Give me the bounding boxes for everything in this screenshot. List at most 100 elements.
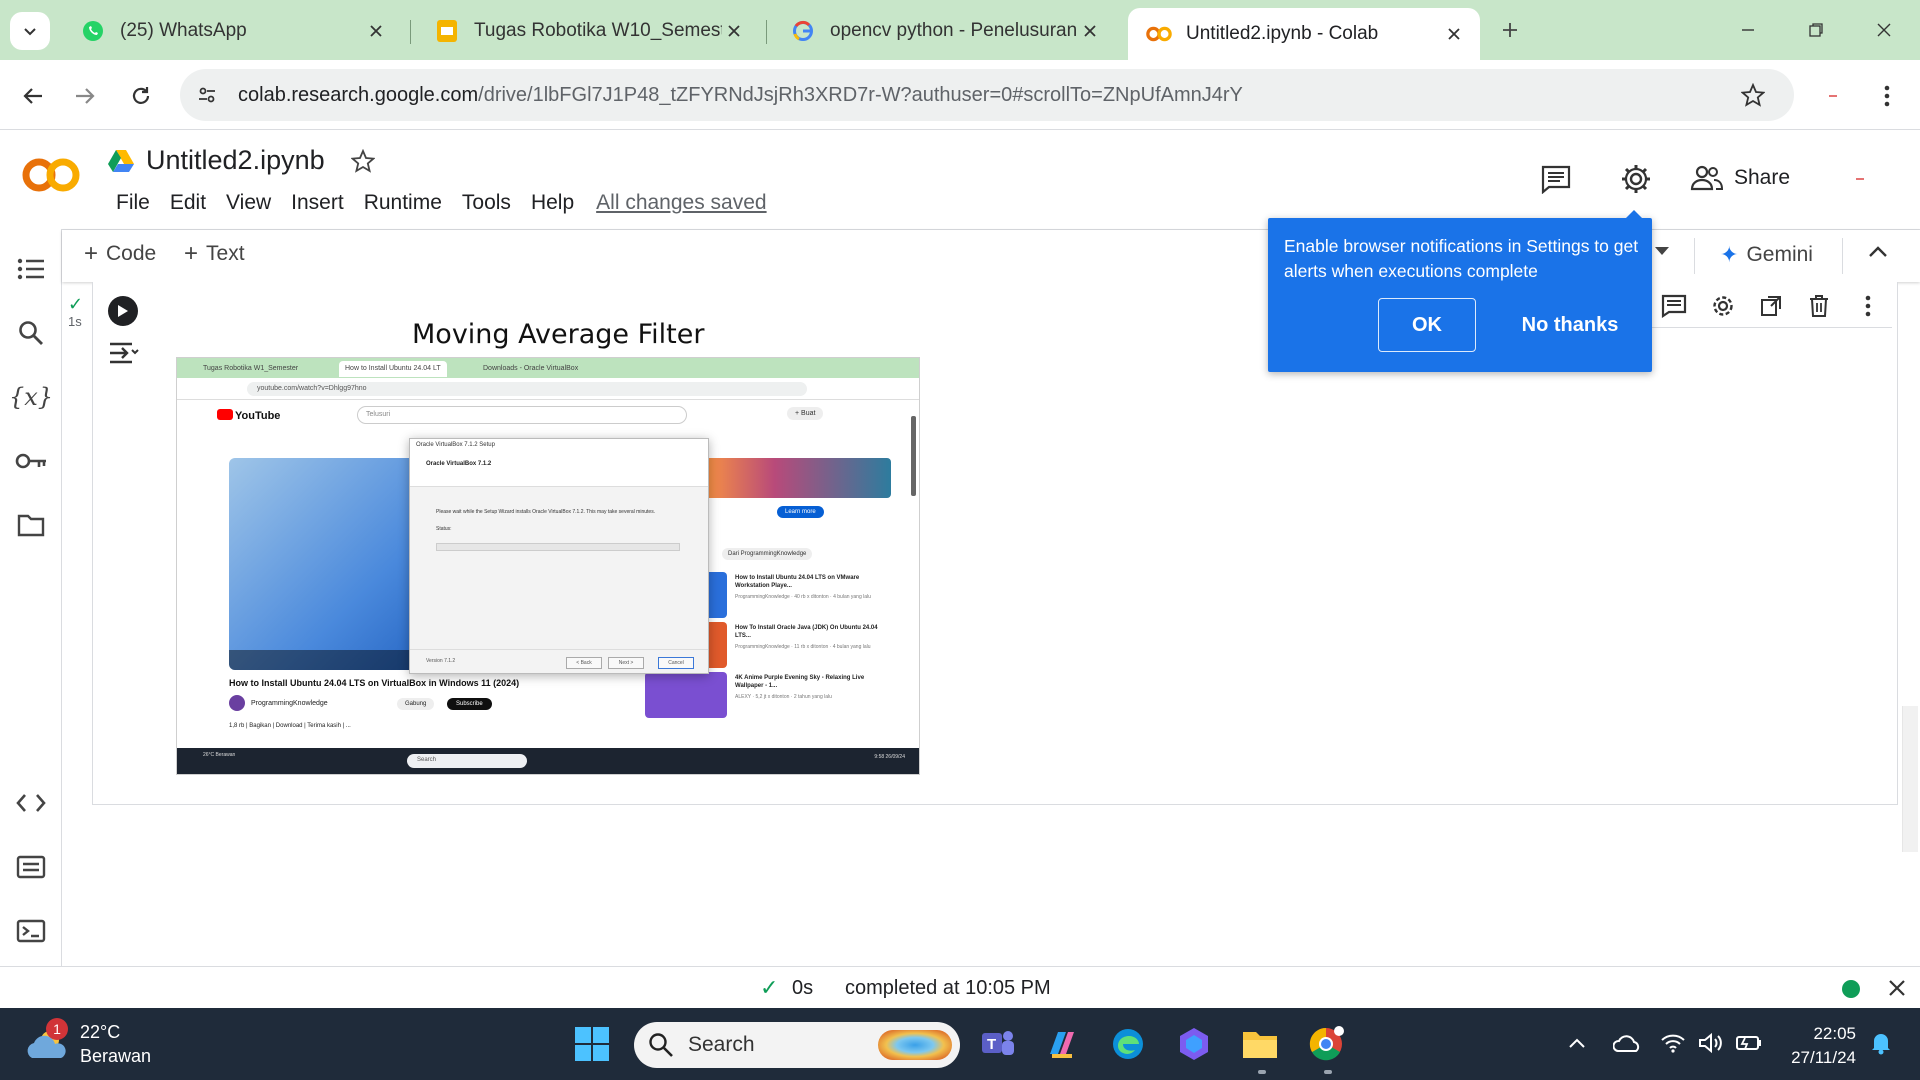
- wifi-tray[interactable]: [1658, 1028, 1688, 1058]
- share-button[interactable]: Share: [1690, 163, 1790, 193]
- runtime-status-dot[interactable]: [1842, 980, 1860, 998]
- embedded-join: Gabung: [397, 698, 435, 710]
- gemini-button[interactable]: ✦ Gemini: [1720, 242, 1813, 268]
- output-actions-button[interactable]: [106, 338, 140, 368]
- find-replace-button[interactable]: [11, 313, 51, 353]
- key-icon: [15, 453, 46, 469]
- menu-edit[interactable]: Edit: [160, 191, 216, 215]
- cell-delete-button[interactable]: [1804, 291, 1834, 321]
- keyboard-icon: [16, 855, 46, 879]
- tab-colab[interactable]: Untitled2.ipynb - Colab: [1128, 8, 1480, 60]
- status-message[interactable]: completed at 10:05 PM: [845, 977, 1051, 1000]
- cell-more-button[interactable]: [1853, 291, 1883, 321]
- tab-slides[interactable]: Tugas Robotika W10_Semester: [416, 8, 760, 54]
- command-palette-button[interactable]: [11, 847, 51, 887]
- close-window-button[interactable]: [1864, 12, 1904, 48]
- cell-settings-button[interactable]: [1708, 291, 1738, 321]
- files-button[interactable]: [11, 505, 51, 545]
- address-bar[interactable]: colab.research.google.com/drive/1lbFGl7J…: [180, 69, 1794, 121]
- tab-whatsapp[interactable]: (25) WhatsApp: [62, 8, 402, 54]
- run-cell-button[interactable]: [108, 296, 138, 326]
- url-path: /drive/1lbFGl7J1P48_tZFYRNdJsjRh3XRD7r-W…: [478, 83, 1243, 106]
- minimize-button[interactable]: [1728, 12, 1768, 48]
- restore-button[interactable]: [1796, 12, 1836, 48]
- cell-exec-time: 1s: [68, 314, 82, 329]
- onedrive-tray[interactable]: [1612, 1028, 1642, 1058]
- menu-file[interactable]: File: [106, 191, 160, 215]
- embedded-create: + Buat: [787, 407, 824, 420]
- close-icon[interactable]: [364, 19, 388, 43]
- code-snippets-button[interactable]: [11, 783, 51, 823]
- edge-app[interactable]: [1106, 1022, 1150, 1066]
- browser-menu-button[interactable]: [1868, 77, 1906, 115]
- comments-button[interactable]: [1536, 159, 1576, 199]
- volume-tray[interactable]: [1696, 1028, 1726, 1058]
- tab-label: opencv python - Penelusuran G: [830, 20, 1078, 41]
- back-button[interactable]: [14, 77, 52, 115]
- menu-insert[interactable]: Insert: [281, 191, 354, 215]
- menu-view[interactable]: View: [216, 191, 281, 215]
- taskbar-search[interactable]: Search: [634, 1022, 960, 1068]
- add-text-label: Text: [206, 242, 245, 265]
- forward-button[interactable]: [66, 77, 104, 115]
- tab-search-button[interactable]: [10, 12, 50, 50]
- google-drive-icon[interactable]: [108, 149, 134, 173]
- close-icon[interactable]: [1442, 22, 1466, 46]
- new-tab-button[interactable]: [1494, 14, 1526, 46]
- cell-comment-button[interactable]: [1659, 291, 1689, 321]
- profile-button[interactable]: [1814, 77, 1852, 115]
- clock[interactable]: 22:05 27/11/24: [1774, 1022, 1856, 1070]
- url-text: colab.research.google.com/drive/1lbFGl7J…: [238, 84, 1243, 107]
- settings-button[interactable]: [1616, 159, 1656, 199]
- chevron-down-icon: [24, 28, 36, 36]
- battery-tray[interactable]: [1734, 1028, 1764, 1058]
- variables-icon[interactable]: {x}: [9, 377, 53, 417]
- speaker-icon: [1699, 1032, 1722, 1054]
- save-status[interactable]: All changes saved: [584, 191, 766, 215]
- weather-widget[interactable]: 1 22°C Berawan: [26, 1018, 151, 1068]
- gear-icon: [1622, 165, 1650, 193]
- account-dot-icon: [1856, 178, 1864, 180]
- menu-tools[interactable]: Tools: [452, 191, 521, 215]
- copilot-icon: [1050, 1032, 1074, 1058]
- collapse-header-button[interactable]: [1868, 246, 1888, 258]
- embedded-tabstrip: Tugas Robotika W1_Semester How to Instal…: [177, 358, 919, 378]
- embedded-channel: ProgrammingKnowledge: [229, 695, 328, 711]
- colab-logo[interactable]: [20, 155, 82, 206]
- account-button[interactable]: [1840, 159, 1880, 199]
- start-button[interactable]: [570, 1022, 614, 1066]
- no-thanks-button[interactable]: No thanks: [1500, 298, 1640, 352]
- bookmark-star-icon[interactable]: [1734, 76, 1772, 114]
- arrow-right-icon: [76, 88, 95, 104]
- terminal-button[interactable]: [11, 911, 51, 951]
- tab-google-search[interactable]: opencv python - Penelusuran G: [772, 8, 1116, 54]
- secrets-button[interactable]: [11, 441, 51, 481]
- windows-taskbar: 1 22°C Berawan Search T 22:05 27/11/24: [0, 1008, 1920, 1080]
- notifications-tray[interactable]: [1866, 1028, 1896, 1058]
- page-scrollbar[interactable]: [1902, 706, 1918, 852]
- close-status-button[interactable]: [1884, 975, 1910, 1001]
- copilot-app[interactable]: [1040, 1022, 1084, 1066]
- file-explorer-app[interactable]: [1238, 1022, 1282, 1066]
- menu-help[interactable]: Help: [521, 191, 584, 215]
- cell-open-tab-button[interactable]: [1756, 291, 1786, 321]
- show-hidden-icons-button[interactable]: [1562, 1028, 1592, 1058]
- ok-button[interactable]: OK: [1378, 298, 1476, 352]
- site-info-icon[interactable]: [188, 76, 226, 114]
- table-of-contents-button[interactable]: [11, 249, 51, 289]
- close-icon[interactable]: [722, 19, 746, 43]
- copilot-designer-app[interactable]: [1172, 1022, 1216, 1066]
- notebook-name[interactable]: Untitled2.ipynb: [146, 145, 325, 176]
- reload-button[interactable]: [122, 77, 160, 115]
- menu-runtime[interactable]: Runtime: [354, 191, 452, 215]
- add-code-button[interactable]: + Code: [84, 240, 156, 268]
- embedded-back-button: < Back: [566, 657, 602, 669]
- clock-time: 22:05: [1813, 1024, 1856, 1043]
- add-text-button[interactable]: + Text: [184, 240, 245, 268]
- runtime-dropdown[interactable]: [1654, 246, 1670, 256]
- embedded-address-row: youtube.com/watch?v=Dhlgg97hno: [177, 378, 919, 400]
- chrome-app[interactable]: [1304, 1022, 1348, 1066]
- close-icon[interactable]: [1078, 19, 1102, 43]
- teams-app[interactable]: T: [976, 1022, 1020, 1066]
- star-icon[interactable]: [349, 147, 377, 175]
